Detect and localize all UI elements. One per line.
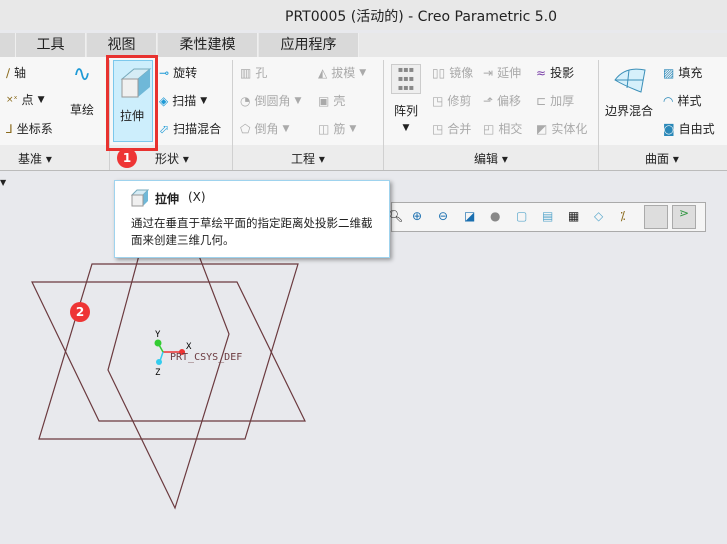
trim-button[interactable]: ◳ 修剪 [432, 92, 471, 109]
fill-button[interactable]: ▨ 填充 [663, 64, 702, 81]
csys-button[interactable]: ⅃ 坐标系 [6, 120, 53, 137]
round-icon: ◔ [240, 93, 251, 108]
draft-button[interactable]: ◭ 拔模 ▼ [318, 64, 366, 81]
intersect-icon: ◰ [483, 121, 495, 136]
revolve-button[interactable]: ⊸ 旋转 [159, 64, 197, 81]
extend-icon: ⇥ [483, 65, 494, 80]
group-shapes-label[interactable]: 形状 ▾ [155, 150, 189, 167]
pattern-icon: ▪▪▪ ▪▪▪ ▪▪▪ [391, 64, 421, 94]
group-surfaces-label[interactable]: 曲面 ▾ [645, 150, 679, 167]
swept-blend-icon: ⬀ [159, 121, 170, 136]
point-icon: ×ˣ [6, 94, 18, 105]
shell-icon: ▣ [318, 93, 330, 108]
hole-button[interactable]: ▥ 孔 [240, 64, 267, 81]
group-engineering-label[interactable]: 工程 ▾ [291, 150, 325, 167]
tab-flexible-modeling[interactable]: 柔性建模 [158, 33, 258, 58]
boundary-blend-icon [614, 68, 646, 93]
project-button[interactable]: ≈ 投影 [536, 64, 574, 81]
merge-icon: ◳ [432, 121, 444, 136]
draft-icon: ◭ [318, 65, 328, 80]
revolve-icon: ⊸ [159, 65, 170, 80]
sketch-icon: ∿ [72, 62, 92, 87]
thicken-icon: ⊏ [536, 93, 547, 108]
chamfer-icon: ⬠ [240, 121, 251, 136]
axis-x-label: X [186, 342, 192, 352]
tab-previous[interactable] [0, 33, 16, 58]
tab-applications[interactable]: 应用程序 [259, 33, 359, 58]
group-editing-label[interactable]: 编辑 ▾ [474, 150, 508, 167]
sweep-icon: ◈ [159, 93, 169, 108]
thicken-button[interactable]: ⊏ 加厚 [536, 92, 574, 109]
tooltip-description: 通过在垂直于草绘平面的指定距离处投影二维截面来创建三维几何。 [131, 216, 373, 247]
style-icon: ◠ [663, 93, 674, 108]
solidify-icon: ◩ [536, 121, 548, 136]
tooltip-shortcut: (X) [188, 190, 206, 204]
project-icon: ≈ [536, 65, 547, 80]
sweep-button[interactable]: ◈ 扫描 ▼ [159, 92, 207, 109]
title-bar: PRT0005 (活动的) - Creo Parametric 5.0 [0, 0, 727, 30]
sketch-button[interactable]: ∿ 草绘 [70, 62, 94, 118]
fill-icon: ▨ [663, 65, 675, 80]
intersect-button[interactable]: ◰ 相交 [483, 120, 522, 137]
shell-button[interactable]: ▣ 壳 [318, 92, 345, 109]
axis-button[interactable]: ∕ 轴 [6, 64, 26, 81]
csys-label[interactable]: PRT_CSYS_DEF [170, 352, 242, 363]
freestyle-button[interactable]: ◙ 自由式 [663, 120, 715, 137]
collapse-arrow-icon[interactable]: ▼ [0, 178, 6, 187]
group-datum-label[interactable]: 基准 ▾ [18, 150, 52, 167]
csys-icon: ⅃ [6, 121, 13, 136]
swept-blend-button[interactable]: ⬀ 扫描混合 [159, 120, 221, 137]
axis-z-label: Z [155, 368, 161, 378]
round-button[interactable]: ◔ 倒圆角 ▼ [240, 92, 301, 109]
window-title: PRT0005 (活动的) - Creo Parametric 5.0 [285, 9, 558, 25]
point-button[interactable]: ×ˣ 点 ▼ [6, 91, 44, 108]
trim-icon: ◳ [432, 93, 444, 108]
annotation-badge-1: 1 [117, 148, 137, 168]
tab-tools[interactable]: 工具 [16, 33, 86, 58]
mirror-icon: ▯▯ [432, 65, 446, 80]
rib-button[interactable]: ◫ 筋 ▼ [318, 120, 356, 137]
style-button[interactable]: ◠ 样式 [663, 92, 702, 109]
offset-button[interactable]: ⬏ 偏移 [483, 92, 521, 109]
pattern-button[interactable]: ▪▪▪ ▪▪▪ ▪▪▪ 阵列 ▼ [391, 64, 421, 133]
solidify-button[interactable]: ◩ 实体化 [536, 120, 587, 137]
freestyle-icon: ◙ [663, 121, 675, 136]
extrude-tooltip: 拉伸 (X) 通过在垂直于草绘平面的指定距离处投影二维截面来创建三维几何。 [114, 180, 390, 258]
annotation-badge-2: 2 [70, 302, 90, 322]
merge-button[interactable]: ◳ 合并 [432, 120, 471, 137]
extend-button[interactable]: ⇥ 延伸 [483, 64, 521, 81]
rib-icon: ◫ [318, 121, 330, 136]
extrude-highlight-box [106, 55, 158, 151]
datum-plane-right[interactable] [107, 221, 230, 510]
axis-y-label: Y [155, 330, 161, 340]
boundary-blend-button[interactable]: 边界混合 [605, 64, 653, 119]
mirror-button[interactable]: ▯▯ 镜像 [432, 64, 473, 81]
offset-icon: ⬏ [483, 93, 494, 108]
hole-icon: ▥ [240, 65, 252, 80]
axis-icon: ∕ [6, 65, 11, 80]
extrude-icon [131, 189, 149, 207]
tooltip-title: 拉伸 [155, 192, 180, 206]
chamfer-button[interactable]: ⬠ 倒角 ▼ [240, 120, 289, 137]
